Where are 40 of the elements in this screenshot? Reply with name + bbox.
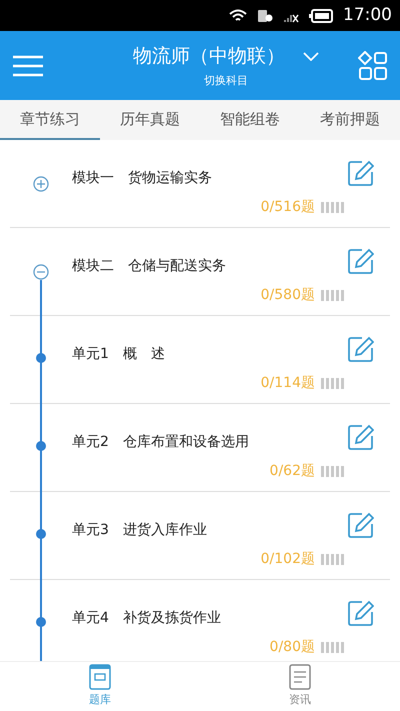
question-count: 0/580题: [260, 286, 315, 305]
bar-meter-icon: [321, 642, 344, 653]
chapter-title[interactable]: 模块一 货物运输实务: [72, 168, 212, 189]
bar-meter-icon: [321, 466, 344, 477]
edit-icon[interactable]: [348, 160, 374, 186]
document-icon: [289, 664, 311, 690]
tab[interactable]: 考前押题: [300, 100, 400, 140]
chapter-title[interactable]: 模块二 仓储与配送实务: [72, 256, 226, 277]
battery-icon: [309, 8, 333, 22]
edit-icon[interactable]: [348, 600, 374, 626]
card-icon: [89, 664, 111, 690]
question-count: 0/114题: [260, 374, 315, 393]
edit-icon[interactable]: [348, 512, 374, 538]
expand-icon[interactable]: [33, 176, 49, 192]
bar-meter-icon: [321, 290, 344, 301]
collapse-icon[interactable]: [33, 264, 49, 280]
edit-icon[interactable]: [348, 424, 374, 450]
wifi-icon: [229, 8, 247, 22]
bar-meter-icon: [321, 554, 344, 565]
question-count: 0/516题: [260, 198, 315, 217]
bar-meter-icon: [321, 202, 344, 213]
menu-icon[interactable]: [12, 54, 44, 76]
tab[interactable]: 章节练习: [0, 100, 100, 140]
chapter-title[interactable]: 单元2 仓库布置和设备选用: [72, 432, 249, 453]
question-count: 0/80题: [270, 638, 315, 657]
bar-meter-icon: [321, 378, 344, 389]
nav-tab[interactable]: 资讯: [200, 662, 400, 711]
tab[interactable]: 智能组卷: [200, 100, 300, 140]
grid-icon[interactable]: [358, 50, 388, 80]
chapter-title[interactable]: 单元1 概 述: [72, 344, 165, 365]
question-count: 0/102题: [260, 550, 315, 569]
sim-icon: [257, 8, 273, 22]
edit-icon[interactable]: [348, 248, 374, 274]
question-count: 0/62题: [270, 462, 315, 481]
status-time: 17:00: [343, 4, 392, 27]
chapter-title[interactable]: 单元3 进货入库作业: [72, 520, 207, 541]
tab[interactable]: 历年真题: [100, 100, 200, 140]
chevron-down-icon[interactable]: [303, 52, 319, 61]
edit-icon[interactable]: [348, 336, 374, 362]
chapter-title[interactable]: 单元4 补货及拣货作业: [72, 608, 221, 629]
